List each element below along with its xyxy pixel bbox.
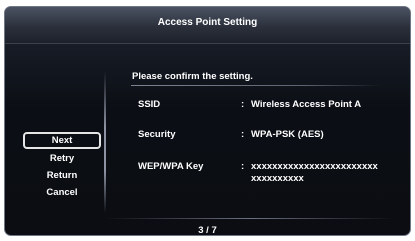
confirm-prompt: Please confirm the setting. xyxy=(132,71,253,82)
ssid-value: Wireless Access Point A xyxy=(251,99,362,110)
return-button[interactable]: Return xyxy=(23,167,101,184)
security-separator: : xyxy=(241,129,245,140)
dialog-title: Access Point Setting xyxy=(157,17,258,28)
action-menu: Next Retry Return Cancel xyxy=(23,132,101,201)
security-label: Security xyxy=(138,129,176,140)
vertical-divider xyxy=(104,71,106,213)
key-value-line2: xxxxxxxxxx xyxy=(251,173,304,184)
prompt-divider xyxy=(131,85,381,86)
ssid-separator: : xyxy=(241,99,245,110)
security-value: WPA-PSK (AES) xyxy=(251,129,324,140)
key-label: WEP/WPA Key xyxy=(138,161,204,172)
page-indicator: 3 / 7 xyxy=(198,225,217,236)
key-value-line1: xxxxxxxxxxxxxxxxxxxxxxxx xyxy=(251,161,378,172)
retry-button[interactable]: Retry xyxy=(23,150,101,167)
access-point-setting-dialog: Access Point Setting Next Retry Return C… xyxy=(4,6,411,236)
footer-divider xyxy=(105,218,395,219)
title-bar: Access Point Setting xyxy=(5,7,410,44)
next-button[interactable]: Next xyxy=(23,132,101,149)
key-value: xxxxxxxxxxxxxxxxxxxxxxxx xxxxxxxxxx xyxy=(251,161,401,185)
key-separator: : xyxy=(241,161,245,172)
cancel-button[interactable]: Cancel xyxy=(23,184,101,201)
ssid-label: SSID xyxy=(138,99,161,110)
